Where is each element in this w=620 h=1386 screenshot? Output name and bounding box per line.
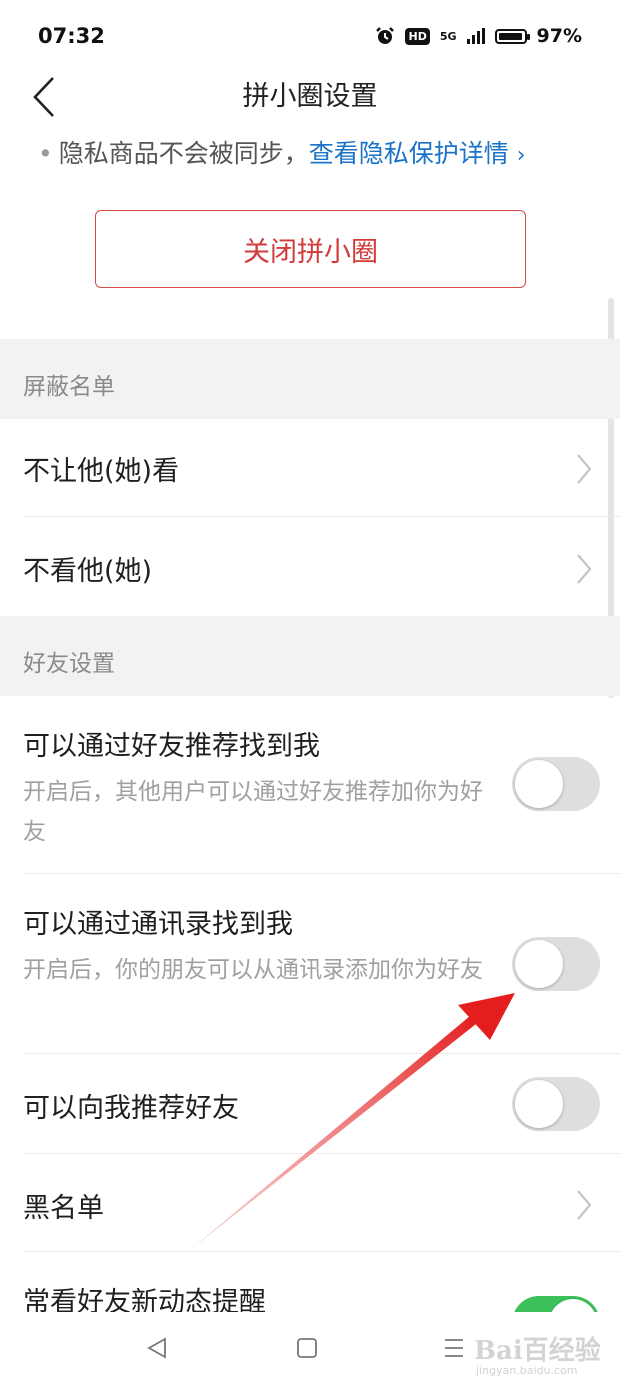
triangle-back-icon bbox=[147, 1337, 166, 1359]
row-find-by-contacts: 可以通过通讯录找到我 开启后，你的朋友可以从通讯录添加你为好友 bbox=[0, 874, 620, 1054]
chevron-right-icon bbox=[577, 454, 592, 484]
chevron-right-icon: › bbox=[516, 143, 526, 168]
row-label: 可以通过通讯录找到我 bbox=[23, 909, 293, 940]
system-menu-button[interactable] bbox=[434, 1328, 474, 1368]
square-home-icon bbox=[297, 1338, 317, 1358]
row-dont-see[interactable]: 不看他(她) bbox=[0, 517, 620, 616]
bullet: • bbox=[38, 139, 53, 168]
battery-fill bbox=[498, 32, 522, 40]
row-description: 开启后，其他用户可以通过好友推荐加你为好友 bbox=[23, 779, 483, 845]
battery-icon bbox=[494, 28, 530, 44]
status-time: 07:32 bbox=[38, 24, 105, 48]
privacy-details-link[interactable]: 查看隐私保护详情 › bbox=[309, 139, 526, 168]
chevron-right-icon bbox=[577, 1190, 592, 1220]
toggle-knob bbox=[515, 760, 563, 808]
section-header-friend-settings: 好友设置 bbox=[0, 616, 620, 696]
battery-percent: 97% bbox=[536, 25, 582, 47]
hd-badge: HD bbox=[405, 27, 430, 45]
status-bar: 07:32 HD 5G 97% bbox=[0, 0, 620, 72]
network-type: 5G bbox=[439, 29, 457, 43]
privacy-note-text: 隐私商品不会被同步， bbox=[58, 139, 309, 168]
baidu-watermark-url: jingyan.baidu.com bbox=[476, 1364, 578, 1377]
privacy-note: • 隐私商品不会被同步，查看隐私保护详情 › bbox=[38, 134, 526, 170]
back-button[interactable] bbox=[22, 74, 66, 120]
baidu-watermark: Bai百经验 bbox=[474, 1336, 601, 1366]
toggle-knob bbox=[515, 1080, 563, 1128]
close-pinxiaoquan-button[interactable]: 关闭拼小圈 bbox=[95, 210, 526, 288]
row-find-by-recommend: 可以通过好友推荐找到我 开启后，其他用户可以通过好友推荐加你为好友 bbox=[0, 696, 620, 874]
toggle-recommend-friends[interactable] bbox=[512, 1077, 600, 1131]
row-label: 不让他(她)看 bbox=[23, 456, 180, 487]
row-hide-from[interactable]: 不让他(她)看 bbox=[0, 419, 620, 517]
page-title: 拼小圈设置 bbox=[242, 81, 378, 112]
row-label: 可以向我推荐好友 bbox=[23, 1093, 239, 1124]
nav-header: 拼小圈设置 bbox=[0, 72, 620, 124]
row-label: 黑名单 bbox=[23, 1193, 104, 1224]
row-recommend-friends: 可以向我推荐好友 bbox=[0, 1054, 620, 1154]
row-label: 不看他(她) bbox=[23, 556, 153, 587]
row-blacklist[interactable]: 黑名单 bbox=[0, 1154, 620, 1252]
signal-icon bbox=[466, 28, 485, 44]
privacy-link-label: 查看隐私保护详情 bbox=[308, 139, 509, 168]
toggle-knob bbox=[515, 940, 563, 988]
status-icons: HD 5G 97% bbox=[375, 25, 582, 47]
chevron-right-icon bbox=[577, 554, 592, 584]
alarm-clock-icon bbox=[376, 27, 395, 44]
section-header-block-list: 屏蔽名单 bbox=[0, 339, 620, 419]
row-label: 可以通过好友推荐找到我 bbox=[23, 731, 320, 762]
chevron-left-icon bbox=[33, 77, 54, 117]
toggle-find-by-recommend[interactable] bbox=[512, 757, 600, 811]
menu-lines-icon bbox=[445, 1339, 463, 1357]
toggle-find-by-contacts[interactable] bbox=[512, 937, 600, 991]
system-back-button[interactable] bbox=[137, 1328, 177, 1368]
row-description: 开启后，你的朋友可以从通讯录添加你为好友 bbox=[23, 957, 483, 983]
system-home-button[interactable] bbox=[287, 1328, 327, 1368]
